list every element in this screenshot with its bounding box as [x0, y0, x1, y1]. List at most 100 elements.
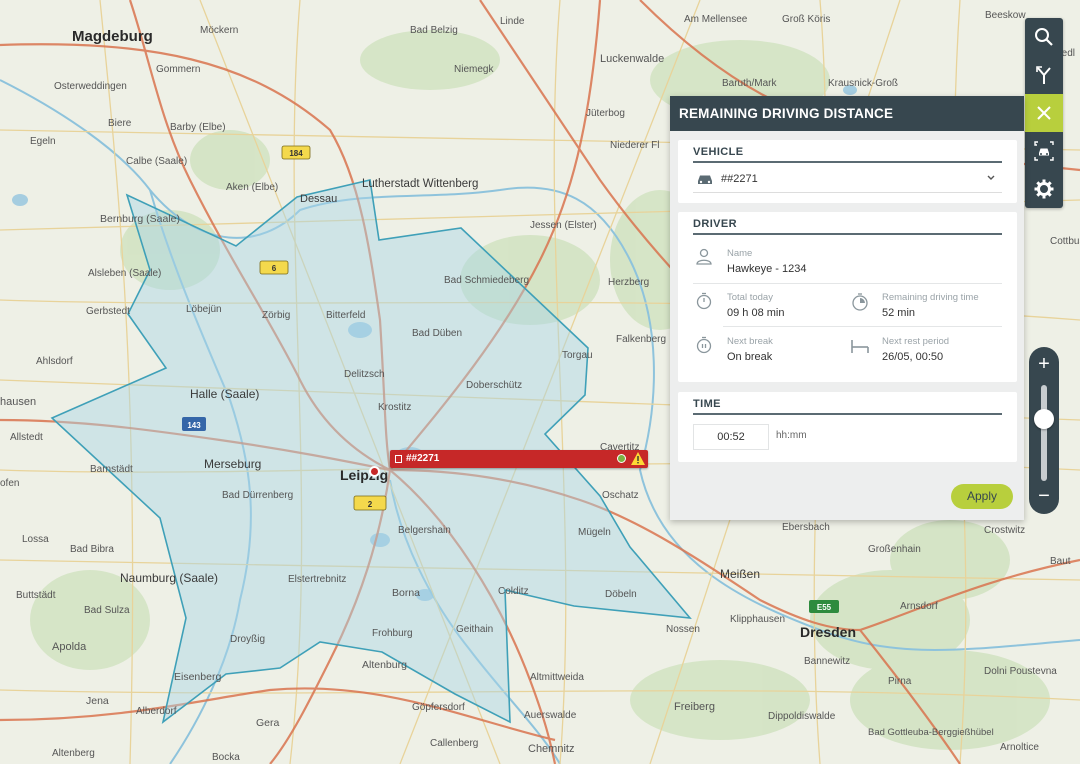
town-label: Jessen (Elster) [530, 220, 597, 231]
route-tool-button[interactable] [1025, 56, 1063, 94]
town-label: Bad Sulza [84, 605, 130, 616]
town-label: Belgershain [398, 525, 451, 536]
town-label: Biere [108, 118, 132, 129]
town-label: Bad Gottleuba-Berggießhübel [868, 727, 994, 738]
town-label: Delitzsch [344, 369, 385, 380]
road-shield-e55: E55 [817, 603, 832, 612]
town-label: Eisenberg [174, 671, 221, 683]
city-label: Merseburg [204, 457, 261, 471]
town-label: Oschatz [602, 490, 639, 501]
town-label: Großenhain [868, 544, 921, 555]
town-label: Pirna [888, 676, 912, 687]
status-dot-icon [617, 454, 626, 463]
city-label: Naumburg (Saale) [120, 571, 218, 585]
route-fork-icon [1036, 66, 1051, 84]
vehicle-select[interactable]: ##2271 [693, 168, 1002, 193]
zoom-out-button[interactable]: − [1029, 485, 1059, 507]
town-label: Elstertrebnitz [288, 574, 346, 585]
town-label: Gera [256, 717, 280, 729]
stopwatch-icon [696, 292, 712, 310]
town-label: Arnoltice [1000, 742, 1039, 753]
town-label: Altenburg [362, 659, 407, 671]
city-label: Halle (Saale) [190, 387, 259, 401]
town-label: Apolda [52, 641, 87, 653]
town-label: Beeskow [985, 10, 1026, 21]
zoom-control: + − [1029, 347, 1059, 514]
next-break-value: On break [727, 351, 773, 363]
section-divider [693, 233, 1002, 235]
settings-tool-button[interactable] [1025, 170, 1063, 208]
zoom-slider-track[interactable] [1041, 385, 1047, 481]
town-label: Niemegk [454, 64, 494, 75]
remaining-driving-time-value: 52 min [882, 307, 916, 319]
next-rest-period-label: Next rest period [882, 336, 950, 347]
person-icon [696, 248, 712, 265]
town-label: Alsleben (Saale) [88, 268, 161, 279]
vehicle-position-pin[interactable] [369, 466, 380, 477]
road-shield-143: 143 [187, 421, 201, 430]
remaining-driving-time-label: Remaining driving time [882, 292, 979, 303]
city-label: Leipzig [340, 467, 388, 483]
town-label: Doberschütz [466, 380, 522, 391]
town-label: Borna [392, 587, 420, 599]
town-label: Göpfersdorf [412, 702, 465, 713]
total-today-label: Total today [727, 292, 773, 303]
town-label: Calbe (Saale) [126, 156, 187, 167]
section-divider [693, 161, 1002, 163]
town-label: Falkenberg [616, 334, 666, 345]
town-label: Jena [86, 695, 109, 707]
search-icon [1035, 28, 1053, 46]
name-value: Hawkeye - 1234 [727, 263, 807, 275]
town-label: Geithain [456, 624, 493, 635]
road-shield-2: 2 [368, 500, 373, 509]
search-tool-button[interactable] [1025, 18, 1063, 56]
road-shield-6: 6 [272, 264, 277, 273]
vehicle-section: VEHICLE ##2271 [678, 140, 1017, 203]
town-label: Gommern [156, 64, 200, 75]
vehicle-marker-label[interactable]: ##2271 [390, 450, 648, 468]
car-icon [698, 175, 712, 184]
vehicle-tool-button[interactable] [1025, 132, 1063, 170]
gear-icon [1034, 179, 1054, 199]
town-label: Buttstädt [16, 590, 56, 601]
time-section: TIME 00:52 hh:mm [678, 392, 1017, 462]
town-label: Cottbus [1050, 236, 1080, 247]
apply-button[interactable]: Apply [951, 484, 1013, 509]
town-label: Altmittweida [530, 672, 584, 683]
panel-title: REMAINING DRIVING DISTANCE [670, 96, 1024, 131]
driver-section: DRIVER Name Hawkeye - 1234 Total today 0… [678, 212, 1017, 382]
town-label: Baut [1050, 556, 1071, 567]
time-section-title: TIME [693, 398, 721, 410]
city-label: Lutherstadt Wittenberg [362, 178, 478, 190]
next-rest-period-value: 26/05, 00:50 [882, 351, 944, 363]
section-divider [693, 413, 1002, 415]
town-label: Frohburg [372, 628, 413, 639]
zoom-slider-thumb[interactable] [1034, 408, 1054, 429]
time-input[interactable]: 00:52 [693, 424, 769, 450]
town-label: Ahlsdorf [36, 356, 73, 367]
town-label: Bad Dürrenberg [222, 490, 293, 501]
close-icon [1037, 106, 1051, 120]
town-label: Bannewitz [804, 656, 850, 667]
close-tool-button[interactable] [1025, 94, 1063, 132]
chevron-down-icon [987, 175, 995, 180]
time-unit-label: hh:mm [776, 430, 807, 441]
town-label: Torgau [562, 350, 593, 361]
town-label: Niederer Fl [610, 140, 659, 151]
town-label: Bernburg (Saale) [100, 213, 180, 225]
town-label: Colditz [498, 586, 529, 597]
town-label: Lossa [22, 534, 49, 545]
town-label: Bad Düben [412, 328, 462, 339]
break-timer-icon [696, 336, 712, 354]
vehicle-section-title: VEHICLE [693, 146, 744, 158]
warning-icon [631, 452, 645, 465]
town-label: Nossen [666, 624, 700, 635]
town-label: Baruth/Mark [722, 78, 777, 89]
town-label: Döbeln [605, 589, 637, 600]
town-label: Freiberg [674, 701, 715, 713]
zoom-in-button[interactable]: + [1029, 353, 1059, 375]
town-label: Bad Schmiedeberg [444, 275, 529, 286]
vehicle-icon [1034, 141, 1054, 161]
town-label: Auerswalde [524, 710, 577, 721]
town-label: Mügeln [578, 527, 611, 538]
